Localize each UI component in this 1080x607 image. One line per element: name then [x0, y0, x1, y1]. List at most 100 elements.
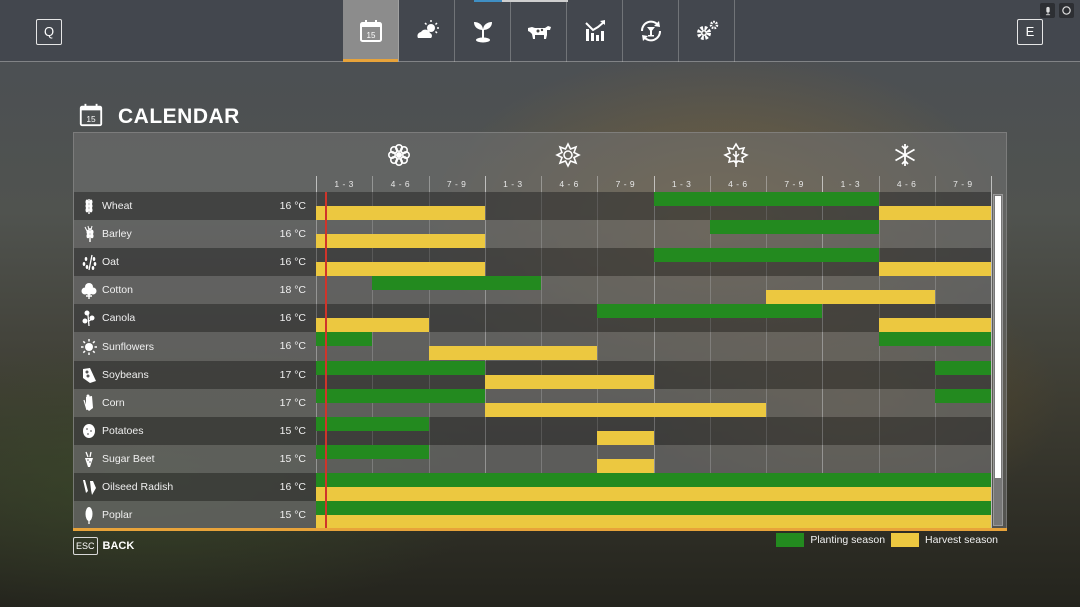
winter-snowflake-icon	[892, 142, 918, 168]
period-column-label: 4 - 6	[728, 179, 748, 189]
esc-key-icon: ESC	[73, 537, 98, 555]
harvest-season-bar	[878, 262, 991, 277]
crop-label-cell: Barley 16 °C	[74, 220, 316, 248]
sugarbeet-icon	[80, 450, 98, 468]
harvest-season-bar	[878, 206, 991, 220]
crop-germination-temperature: 16 °C	[279, 256, 306, 269]
radish-icon	[80, 478, 98, 496]
spring-flower-icon	[386, 142, 412, 168]
crop-name: Potatoes	[102, 424, 144, 437]
crop-label-cell: Poplar 15 °C	[74, 501, 316, 529]
planting-season-swatch	[776, 533, 805, 547]
harvest-season-swatch	[891, 533, 920, 547]
system-icons	[1040, 3, 1074, 18]
crop-label-cell: Canola 16 °C	[74, 304, 316, 332]
tab-weather[interactable]	[399, 0, 455, 62]
prev-page-key-q[interactable]: Q	[36, 19, 62, 45]
tab-settings[interactable]	[679, 0, 735, 62]
harvest-season-bar	[484, 402, 766, 417]
period-column-label: 1 - 3	[334, 179, 354, 189]
crop-row: Corn 17 °C	[74, 388, 991, 417]
tab-calendar[interactable]: 15	[343, 0, 399, 62]
back-button[interactable]: ESC BACK	[73, 537, 134, 555]
harvest-season-bar	[316, 486, 991, 501]
harvest-season-bar	[316, 515, 991, 530]
canola-icon	[80, 309, 98, 327]
crop-name: Corn	[102, 396, 125, 409]
crop-row: Oilseed Radish 16 °C	[74, 472, 991, 502]
chart-icon	[584, 20, 605, 41]
tab-production[interactable]	[623, 0, 679, 62]
crop-label-cell: Corn 17 °C	[74, 389, 316, 417]
sprout-icon	[473, 22, 492, 43]
harvest-season-bar	[316, 262, 485, 277]
sunflower-icon	[80, 338, 98, 356]
planting-season-label: Planting season	[810, 534, 886, 546]
current-period-marker	[325, 192, 327, 529]
wheat-icon	[80, 197, 98, 215]
crop-name: Oat	[102, 256, 119, 269]
next-page-key-e[interactable]: E	[1017, 19, 1043, 45]
harvest-season-bar	[597, 430, 654, 445]
crop-germination-temperature: 15 °C	[279, 424, 306, 437]
crop-germination-temperature: 16 °C	[279, 228, 306, 241]
crop-row: Oat 16 °C	[74, 248, 991, 277]
harvest-season-bar	[316, 206, 485, 220]
crop-germination-temperature: 15 °C	[279, 509, 306, 522]
period-column-label: 7 - 9	[784, 179, 804, 189]
crop-name: Sunflowers	[102, 340, 154, 353]
crop-germination-temperature: 18 °C	[279, 284, 306, 297]
legend: Planting season Harvest season	[776, 533, 1004, 547]
tab-crops[interactable]	[455, 0, 511, 62]
scrollbar[interactable]	[993, 194, 1003, 526]
corn-icon	[80, 394, 98, 412]
crop-label-cell: Soybeans 17 °C	[74, 361, 316, 389]
harvest-season-bar	[316, 234, 485, 249]
period-column-label: 4 - 6	[559, 179, 579, 189]
calendar-icon: 15	[359, 20, 382, 42]
soybean-icon	[80, 366, 98, 384]
potato-icon	[80, 422, 98, 440]
planting-season-bar	[934, 360, 991, 375]
crop-germination-temperature: 16 °C	[279, 312, 306, 325]
oat-icon	[80, 253, 98, 271]
planting-season-bar	[934, 388, 991, 403]
crop-label-cell: Oat 16 °C	[74, 248, 316, 276]
harvest-season-bar	[766, 290, 935, 305]
crop-row: Cotton 18 °C	[74, 276, 991, 305]
planting-season-bar	[316, 416, 429, 431]
tab-animals[interactable]	[511, 0, 567, 62]
svg-text:15: 15	[86, 114, 96, 124]
planting-season-bar	[316, 501, 991, 516]
crop-name: Poplar	[102, 509, 133, 522]
crop-germination-temperature: 16 °C	[279, 480, 306, 493]
gears-icon	[696, 20, 718, 40]
summer-sun-icon	[555, 142, 581, 168]
crop-row: Barley 16 °C	[74, 220, 991, 249]
crop-name: Sugar Beet	[102, 452, 155, 465]
planting-season-bar	[316, 360, 485, 375]
crop-label-cell: Oilseed Radish 16 °C	[74, 473, 316, 501]
period-column-label: 4 - 6	[896, 179, 917, 189]
page-header: 15 CALENDAR	[78, 102, 240, 132]
planting-season-bar	[316, 444, 429, 459]
panel-bottom-accent	[73, 528, 1007, 531]
back-label: BACK	[102, 540, 135, 552]
crop-label-cell: Cotton 18 °C	[74, 276, 316, 304]
period-column-label: 1 - 3	[503, 179, 523, 189]
cotton-icon	[80, 281, 98, 300]
page-title: CALENDAR	[118, 105, 240, 128]
planting-season-bar	[597, 304, 823, 319]
tab-prices[interactable]	[567, 0, 623, 62]
sync-icon[interactable]	[1059, 3, 1074, 18]
planting-season-bar	[878, 332, 991, 347]
autumn-leaf-icon	[723, 142, 749, 168]
crop-row: Sunflowers 16 °C	[74, 332, 991, 361]
microphone-icon[interactable]	[1040, 3, 1055, 18]
harvest-season-bar	[316, 318, 429, 333]
scrollbar-thumb[interactable]	[995, 196, 1001, 478]
harvest-season-bar	[484, 374, 654, 389]
crop-germination-temperature: 16 °C	[279, 200, 306, 212]
crop-row: Canola 16 °C	[74, 304, 991, 333]
crop-calendar-table: Wheat 16 °C Barley 16 °C Oat 16 °C Cotton 18 °C…	[74, 192, 991, 530]
